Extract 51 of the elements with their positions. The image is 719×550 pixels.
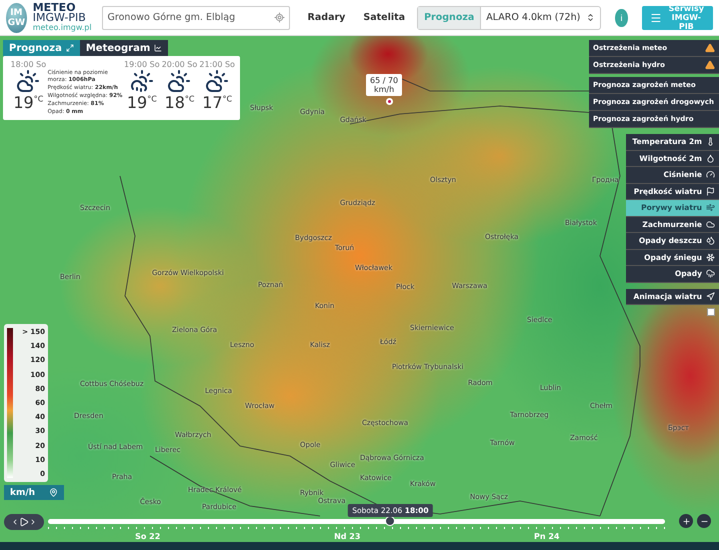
chart-icon	[154, 44, 162, 52]
gauge-icon	[706, 170, 715, 180]
play-icon	[19, 517, 29, 527]
navigation-icon	[706, 292, 715, 301]
model-select[interactable]: ALARO 4.0km (72h)	[480, 6, 600, 28]
cloud-sun-rain-icon	[130, 69, 154, 93]
timeline-thumb[interactable]	[385, 516, 396, 526]
location-marker	[386, 98, 393, 105]
forecast-time: 18:00 So	[10, 60, 46, 69]
day-label: Nd 23	[334, 532, 360, 541]
panel-tab[interactable]: Meteogram	[80, 40, 168, 56]
cloud-icon	[706, 220, 715, 229]
temperature: 17$^{°C}$	[202, 93, 232, 112]
nav-link[interactable]: Satelita	[357, 7, 412, 28]
nav-link[interactable]: Radary	[302, 7, 352, 28]
expand-icon	[66, 44, 74, 52]
pin-icon[interactable]	[49, 488, 58, 497]
search-field[interactable]: Gronowo Górne gm. Elbląg	[102, 6, 290, 30]
chevron-right-icon	[29, 518, 37, 526]
snowflake-icon	[706, 252, 715, 262]
chevron-left-icon	[11, 518, 19, 526]
day-label: So 22	[135, 532, 160, 541]
cloud-sun-icon	[205, 69, 230, 93]
wind-icon	[706, 203, 715, 212]
day-label: Pn 24	[534, 532, 560, 541]
panel-tab[interactable]: Prognoza	[3, 40, 80, 56]
droplet-icon	[706, 154, 715, 163]
cloud-rain-icon	[706, 269, 715, 278]
brand-title: METEO	[32, 2, 76, 12]
play-button[interactable]	[4, 514, 44, 530]
forecast-time: 21:00 So	[199, 60, 235, 69]
popup-value: 65 / 70	[370, 76, 398, 85]
temperature: 18$^{°C}$	[164, 93, 194, 112]
checkbox[interactable]	[707, 308, 715, 316]
temperature: 19$^{°C}$	[126, 93, 157, 112]
zoom-in-button[interactable]	[679, 514, 693, 528]
popup-unit: km/h	[374, 85, 394, 94]
unit-label: km/h	[10, 488, 36, 498]
droplets-icon	[706, 236, 715, 246]
cloud-sun-icon	[16, 69, 40, 93]
forecast-time: 20:00 So	[162, 60, 198, 69]
flag-icon	[706, 186, 715, 196]
plus-icon	[682, 516, 690, 526]
thermometer-icon	[706, 137, 715, 146]
forecast-time: 19:00 So	[124, 60, 160, 69]
temperature: 19$^{°C}$	[13, 93, 44, 112]
cloud-sun-icon	[167, 69, 192, 93]
brand-subtitle: IMGW-PIB	[32, 12, 87, 22]
dropdown-caret-icon	[586, 13, 596, 22]
locate-icon[interactable]	[274, 12, 285, 22]
zoom-out-button[interactable]	[697, 514, 711, 528]
